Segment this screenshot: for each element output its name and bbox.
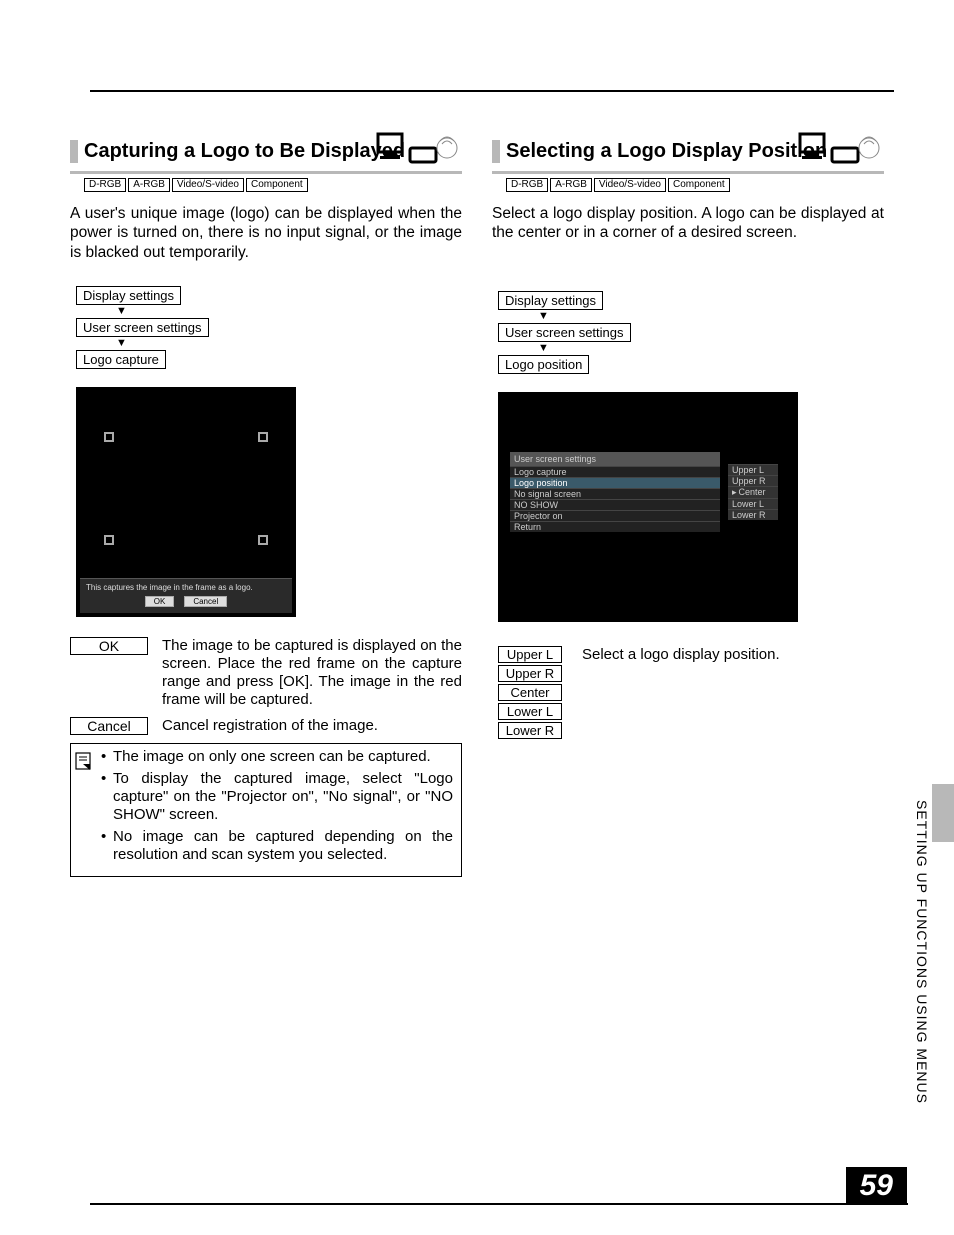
panel-row: Projector on [510, 510, 720, 521]
tag-video: Video/S-video [594, 178, 666, 192]
capture-ok-button[interactable]: OK [145, 596, 175, 607]
tag-argb: A-RGB [550, 178, 592, 192]
popup-item: Lower R [728, 509, 778, 520]
capture-screenshot: This captures the image in the frame as … [76, 387, 296, 617]
settings-panel: User screen settings Logo capture Logo p… [510, 452, 720, 532]
crop-corner-tr [258, 432, 268, 442]
tag-drgb: D-RGB [84, 178, 126, 192]
menu-arrow: ▼ [498, 343, 549, 354]
footer-rule [90, 1203, 908, 1205]
menu-arrow: ▼ [498, 311, 549, 322]
settings-popup: Upper L Upper R Center Lower L Lower R [728, 464, 778, 520]
crop-corner-br [258, 535, 268, 545]
capture-cancel-button[interactable]: Cancel [184, 596, 227, 607]
tag-component: Component [668, 178, 730, 192]
menu-display-settings: Display settings [76, 286, 181, 305]
panel-row: Logo capture [510, 466, 720, 477]
note-box: The image on only one screen can be capt… [70, 743, 462, 877]
settings-screenshot: User screen settings Logo capture Logo p… [498, 392, 798, 622]
crop-corner-tl [104, 432, 114, 442]
signal-icons [370, 128, 458, 172]
signal-icons [792, 128, 880, 172]
capture-bottom-panel: This captures the image in the frame as … [80, 578, 292, 613]
note-item: To display the captured image, select "L… [101, 770, 453, 824]
input-tags-left: D-RGB A-RGB Video/S-video Component [84, 178, 462, 192]
note-item: No image can be captured depending on th… [101, 828, 453, 864]
top-rule [90, 90, 894, 92]
panel-row: NO SHOW [510, 499, 720, 510]
def-cancel: Cancel Cancel registration of the image. [70, 717, 462, 735]
menu-display-settings: Display settings [498, 291, 603, 310]
menu-arrow: ▼ [76, 306, 127, 317]
popup-item: Upper R [728, 475, 778, 486]
note-list: The image on only one screen can be capt… [101, 748, 453, 868]
input-tags-right: D-RGB A-RGB Video/S-video Component [506, 178, 884, 192]
def-ok: OK The image to be captured is displayed… [70, 637, 462, 709]
panel-row: Logo position [510, 477, 720, 488]
page-number: 59 [846, 1167, 907, 1205]
ok-desc: The image to be captured is displayed on… [162, 637, 462, 709]
pos-upper-l: Upper L [498, 646, 562, 663]
right-intro: Select a logo display position. A logo c… [492, 204, 884, 243]
left-section-header: Capturing a Logo to Be Displayed [70, 140, 462, 171]
tag-video: Video/S-video [172, 178, 244, 192]
ok-label: OK [70, 637, 148, 655]
right-section-header: Selecting a Logo Display Position [492, 140, 884, 171]
pos-upper-r: Upper R [498, 665, 562, 682]
popup-item: Lower L [728, 498, 778, 509]
settings-panel-title: User screen settings [510, 452, 720, 466]
pos-lower-l: Lower L [498, 703, 562, 720]
cancel-desc: Cancel registration of the image. [162, 717, 462, 735]
tag-drgb: D-RGB [506, 178, 548, 192]
panel-row: Return [510, 521, 720, 532]
menu-user-screen: User screen settings [76, 318, 209, 337]
tag-component: Component [246, 178, 308, 192]
cancel-label: Cancel [70, 717, 148, 735]
header-bar [70, 140, 78, 163]
pos-lower-r: Lower R [498, 722, 562, 739]
left-menu-path: Display settings ▼ User screen settings … [76, 286, 462, 369]
left-column: Capturing a Logo to Be Displayed D-RGB A… [70, 140, 462, 877]
menu-logo-capture: Logo capture [76, 350, 166, 369]
popup-item: Upper L [728, 464, 778, 475]
pos-desc: Select a logo display position. [582, 646, 884, 741]
popup-item-selected: Center [728, 486, 778, 498]
position-options: Upper L Upper R Center Lower L Lower R S… [498, 646, 884, 741]
note-item: The image on only one screen can be capt… [101, 748, 453, 766]
right-column: Selecting a Logo Display Position D-RGB … [492, 140, 884, 877]
menu-user-screen: User screen settings [498, 323, 631, 342]
tag-argb: A-RGB [128, 178, 170, 192]
capture-panel-text: This captures the image in the frame as … [86, 583, 286, 592]
side-tab [932, 784, 954, 842]
note-icon [75, 752, 93, 772]
header-bar [492, 140, 500, 163]
left-intro: A user's unique image (logo) can be disp… [70, 204, 462, 262]
menu-arrow: ▼ [76, 338, 127, 349]
right-menu-path: Display settings ▼ User screen settings … [498, 291, 884, 374]
menu-logo-position: Logo position [498, 355, 589, 374]
crop-corner-bl [104, 535, 114, 545]
pos-center: Center [498, 684, 562, 701]
panel-row: No signal screen [510, 488, 720, 499]
side-label: SETTING UP FUNCTIONS USING MENUS [914, 800, 930, 1104]
